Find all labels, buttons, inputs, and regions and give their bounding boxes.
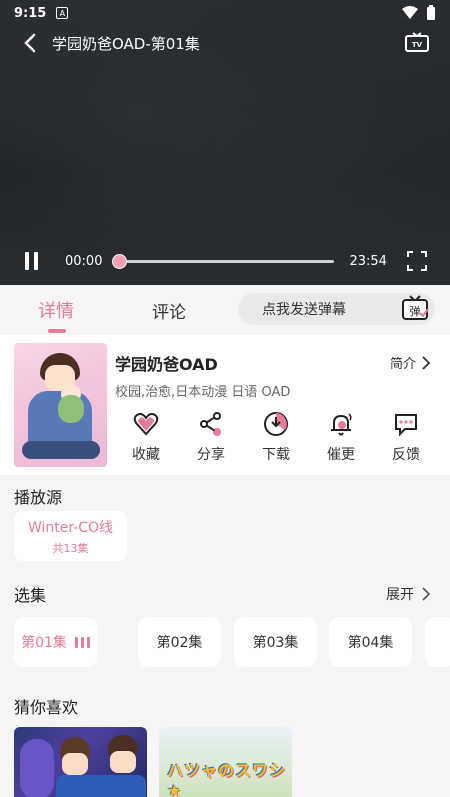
feedback-button[interactable]: 反馈 bbox=[375, 411, 437, 464]
heart-icon bbox=[133, 413, 159, 436]
progress-bar[interactable] bbox=[112, 253, 335, 269]
share-icon bbox=[200, 412, 221, 436]
current-time: 00:00 bbox=[65, 253, 103, 269]
episode-item-partial[interactable] bbox=[425, 617, 450, 667]
tab-underline bbox=[48, 329, 66, 333]
intro-label: 简介 bbox=[389, 357, 416, 372]
download-button[interactable]: 下载 bbox=[245, 411, 307, 464]
danmu-toggle-icon[interactable]: 弹 bbox=[401, 295, 429, 321]
video-title: 学园奶爸OAD-第01集 bbox=[52, 34, 200, 53]
pause-button[interactable] bbox=[25, 252, 43, 270]
feedback-icon bbox=[395, 414, 417, 437]
episode-item[interactable]: 第04集 bbox=[329, 617, 412, 667]
battery-icon bbox=[427, 5, 435, 20]
tab-bar: 详情 评论 点我发送弹幕 弹 bbox=[0, 285, 450, 335]
chevron-left-icon bbox=[24, 33, 36, 53]
anime-cover[interactable] bbox=[14, 343, 107, 467]
wifi-icon bbox=[402, 6, 418, 19]
expand-label: 展开 bbox=[386, 587, 414, 603]
fullscreen-icon[interactable] bbox=[406, 251, 427, 271]
status-time: 9:15 bbox=[14, 5, 47, 21]
recommend-thumbnail[interactable] bbox=[14, 727, 147, 797]
share-button[interactable]: 分享 bbox=[180, 411, 242, 464]
episode-item[interactable]: 第01集 bbox=[14, 617, 97, 667]
episodes-section-title: 选集 bbox=[14, 586, 47, 605]
recommend-thumbnail[interactable]: ハツャのスワシ★ bbox=[159, 727, 292, 797]
progress-knob[interactable] bbox=[112, 253, 128, 269]
total-time: 23:54 bbox=[349, 253, 387, 269]
svg-text:TV: TV bbox=[412, 41, 423, 49]
chevron-right-icon bbox=[422, 587, 430, 601]
danmu-input[interactable]: 点我发送弹幕 弹 bbox=[238, 293, 435, 325]
download-icon bbox=[264, 412, 288, 436]
anime-info-card: 学园奶爸OAD 简介 校园,治愈,日本动漫 日语 OAD 收藏 分享 下载 催更… bbox=[0, 335, 450, 475]
episode-list: 第01集 第02集 第03集 第04集 bbox=[14, 617, 450, 667]
source-section-title: 播放源 bbox=[14, 488, 63, 507]
anime-title: 学园奶爸OAD bbox=[115, 355, 218, 374]
chevron-right-icon bbox=[422, 355, 430, 370]
notification-icon: A bbox=[56, 7, 69, 19]
tab-detail[interactable]: 详情 bbox=[38, 297, 74, 323]
source-card[interactable]: Winter-CO线 共13集 bbox=[14, 511, 127, 561]
action-row: 收藏 分享 下载 催更 反馈 bbox=[115, 411, 437, 464]
anime-tags: 校园,治愈,日本动漫 日语 OAD bbox=[115, 385, 291, 400]
playing-indicator-icon bbox=[74, 636, 90, 648]
svg-text:弹: 弹 bbox=[410, 304, 421, 318]
source-count: 共13集 bbox=[52, 541, 89, 555]
video-player[interactable]: 9:15 A 学园奶爸OAD-第01集 TV 00:00 23:54 bbox=[0, 0, 450, 285]
episode-item[interactable]: 第03集 bbox=[234, 617, 317, 667]
recommend-section-title: 猜你喜欢 bbox=[14, 698, 79, 717]
remind-update-button[interactable]: 催更 bbox=[310, 411, 372, 464]
tv-cast-icon[interactable]: TV bbox=[404, 32, 430, 54]
intro-button[interactable]: 简介 bbox=[390, 353, 430, 372]
episode-item[interactable]: 第02集 bbox=[138, 617, 221, 667]
bell-icon bbox=[331, 413, 352, 436]
status-bar: 9:15 A bbox=[0, 0, 450, 26]
thumbnail-logo: ハツャのスワシ★ bbox=[167, 761, 287, 797]
favorite-button[interactable]: 收藏 bbox=[115, 411, 177, 464]
danmu-placeholder: 点我发送弹幕 bbox=[262, 302, 346, 318]
back-button[interactable] bbox=[10, 28, 50, 58]
tab-comment[interactable]: 评论 bbox=[152, 298, 186, 323]
source-name: Winter-CO线 bbox=[27, 519, 114, 536]
expand-button[interactable]: 展开 bbox=[386, 584, 430, 604]
